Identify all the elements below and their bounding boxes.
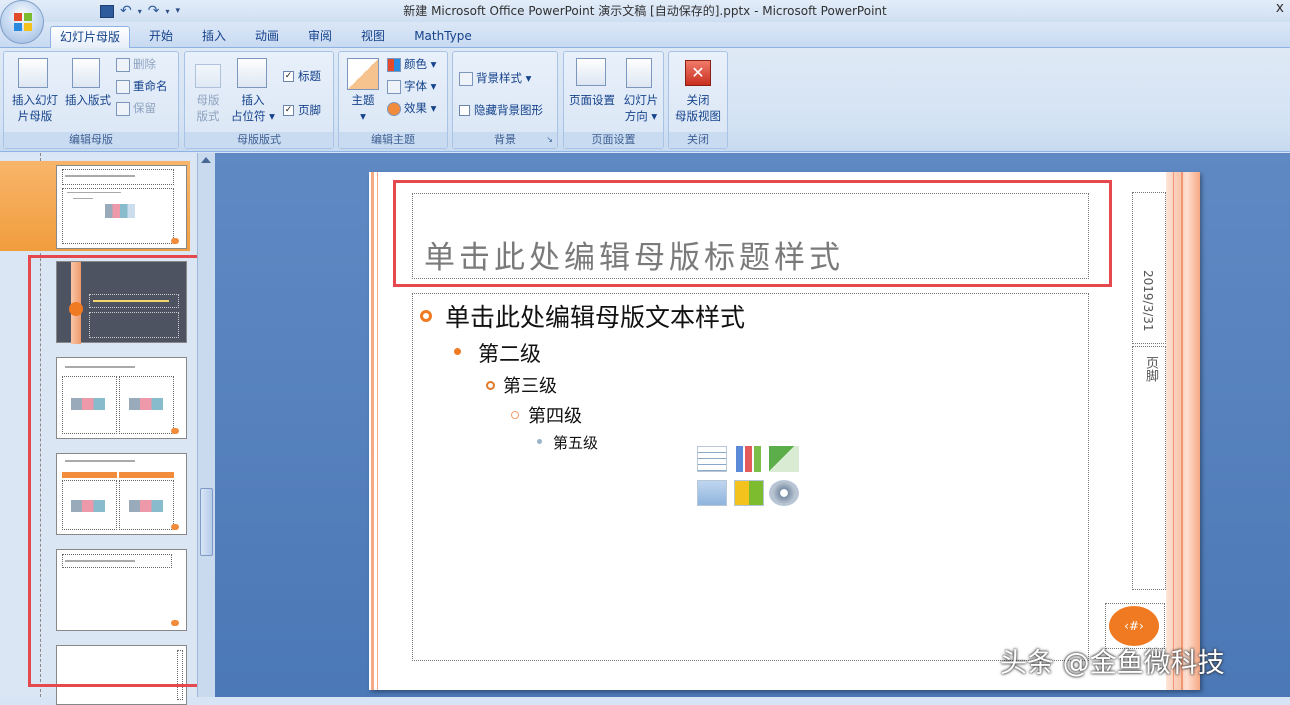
title-checkbox[interactable]: ✓ 标题 [283,68,321,84]
insert-picture-icon[interactable] [697,480,727,506]
close-master-view-button[interactable]: 关闭 母版视图 [669,92,727,124]
insert-layout-button[interactable]: 插入版式 [62,92,114,108]
insert-slide-master-button[interactable]: 插入幻灯 片母版 [8,92,62,124]
insert-placeholder-button[interactable]: 插入 占位符 ▾ [229,92,277,124]
group-page-setup: 页面设置 幻灯片 方向 ▾ 页面设置 [563,51,664,149]
ribbon: 插入幻灯 片母版 插入版式 删除 重命名 保留 编辑母版 母版 版式 插入 占位… [0,48,1290,152]
insert-chart-icon[interactable] [734,446,764,472]
bullet-level4-icon [511,411,519,419]
thumbnail-scrollbar[interactable] [197,153,215,697]
window-title: 新建 Microsoft Office PowerPoint 演示文稿 [自动保… [403,4,887,18]
footer-placeholder[interactable] [1132,346,1166,590]
checkbox-unchecked-icon [459,105,470,116]
fonts-icon [387,79,401,94]
group-master-layout: 母版 版式 插入 占位符 ▾ ✓ 标题 ✓ 页脚 母版版式 [184,51,334,149]
page-setup-icon [576,58,606,86]
text-level-5[interactable]: 第五级 [553,432,598,453]
page-setup-button[interactable]: 页面设置 [566,92,618,108]
insert-smartart-icon[interactable] [769,446,799,472]
office-button[interactable] [0,0,44,44]
delete-button[interactable]: 删除 [116,56,156,72]
title-bar: ↶ ▾ ↷ ▾ ▾ 新建 Microsoft Office PowerPoint… [0,0,1290,22]
rename-button[interactable]: 重命名 [116,78,168,94]
group-label: 关闭 [669,132,727,148]
rename-icon [116,79,130,94]
highlight-title-placeholder [393,180,1112,287]
checkbox-checked-icon: ✓ [283,71,294,82]
tab-view[interactable]: 视图 [352,26,394,48]
group-label: 编辑母版 [4,132,178,148]
effects-icon [387,101,401,116]
colors-button[interactable]: 颜色 ▾ [387,56,436,72]
tab-insert[interactable]: 插入 [193,26,235,48]
footer-checkbox[interactable]: ✓ 页脚 [283,102,321,118]
scroll-up-arrow-icon[interactable] [201,157,211,163]
text-level-1[interactable]: 单击此处编辑母版文本样式 [445,298,745,334]
group-label: 编辑主题 [339,132,447,148]
group-edit-theme: 主题 ▾ 颜色 ▾ 字体 ▾ 效果 ▾ 编辑主题 [338,51,448,149]
insert-placeholder-icon [237,58,267,88]
checkbox-checked-icon: ✓ [283,105,294,116]
background-styles-button[interactable]: 背景样式 ▾ [459,70,531,86]
insert-clipart-icon[interactable] [734,480,764,506]
group-label: 母版版式 [185,132,333,148]
slide-orientation-button[interactable]: 幻灯片 方向 ▾ [618,92,664,124]
close-window-button[interactable]: x [1276,0,1284,16]
effects-button[interactable]: 效果 ▾ [387,100,436,116]
themes-icon [347,58,379,90]
bullet-level3-icon [486,381,495,390]
colors-icon [387,57,401,72]
themes-button[interactable]: 主题 ▾ [343,92,383,124]
slide-thumbnail-pane [0,153,215,705]
insert-table-icon[interactable] [697,446,727,472]
tab-slide-master[interactable]: 幻灯片母版 [50,26,130,48]
tab-animations[interactable]: 动画 [246,26,288,48]
thumbnail-slide-master[interactable] [56,165,187,249]
dialog-launcher-icon[interactable]: ↘ [546,132,553,148]
slide-orientation-icon [626,58,652,88]
delete-icon [116,57,130,72]
watermark-text: 头条 @金鱼微科技 [1000,648,1225,679]
preserve-button[interactable]: 保留 [116,100,156,116]
preserve-icon [116,101,130,116]
close-master-view-icon: ✕ [685,60,711,86]
background-styles-icon [459,71,473,86]
master-layout-icon [195,64,221,88]
office-logo-icon [14,13,32,31]
bullet-level2-icon [454,348,461,355]
bullet-level1-icon [420,310,432,322]
tab-mathtype[interactable]: MathType [405,26,481,48]
group-background: 背景样式 ▾ 隐藏背景图形 背景 ↘ [452,51,558,149]
master-layout-button[interactable]: 母版 版式 [189,92,227,124]
group-close: ✕ 关闭 母版视图 关闭 [668,51,728,149]
tab-home[interactable]: 开始 [140,26,182,48]
insert-media-icon[interactable] [769,480,799,506]
text-level-3[interactable]: 第三级 [503,372,557,398]
fonts-button[interactable]: 字体 ▾ [387,78,436,94]
tab-review[interactable]: 审阅 [299,26,341,48]
date-text: 2019/3/31 [1141,270,1155,332]
thumbnail-list [0,153,203,705]
group-edit-master: 插入幻灯 片母版 插入版式 删除 重命名 保留 编辑母版 [3,51,179,149]
bullet-level5-icon [537,439,542,444]
footer-text: 页脚 [1143,356,1158,382]
group-label: 页面设置 [564,132,663,148]
insert-layout-icon [72,58,100,88]
slide-number-badge: ‹#› [1109,606,1159,646]
hide-background-checkbox[interactable]: 隐藏背景图形 [459,102,543,118]
highlight-layout-thumbnails [28,255,203,687]
text-level-4[interactable]: 第四级 [528,402,582,428]
insert-slide-master-icon [18,58,48,88]
group-label: 背景 ↘ [453,132,557,148]
scroll-thumb[interactable] [200,488,213,556]
ribbon-tabs: 幻灯片母版 开始 插入 动画 审阅 视图 MathType [0,22,1290,48]
text-level-2[interactable]: 第二级 [478,338,541,368]
